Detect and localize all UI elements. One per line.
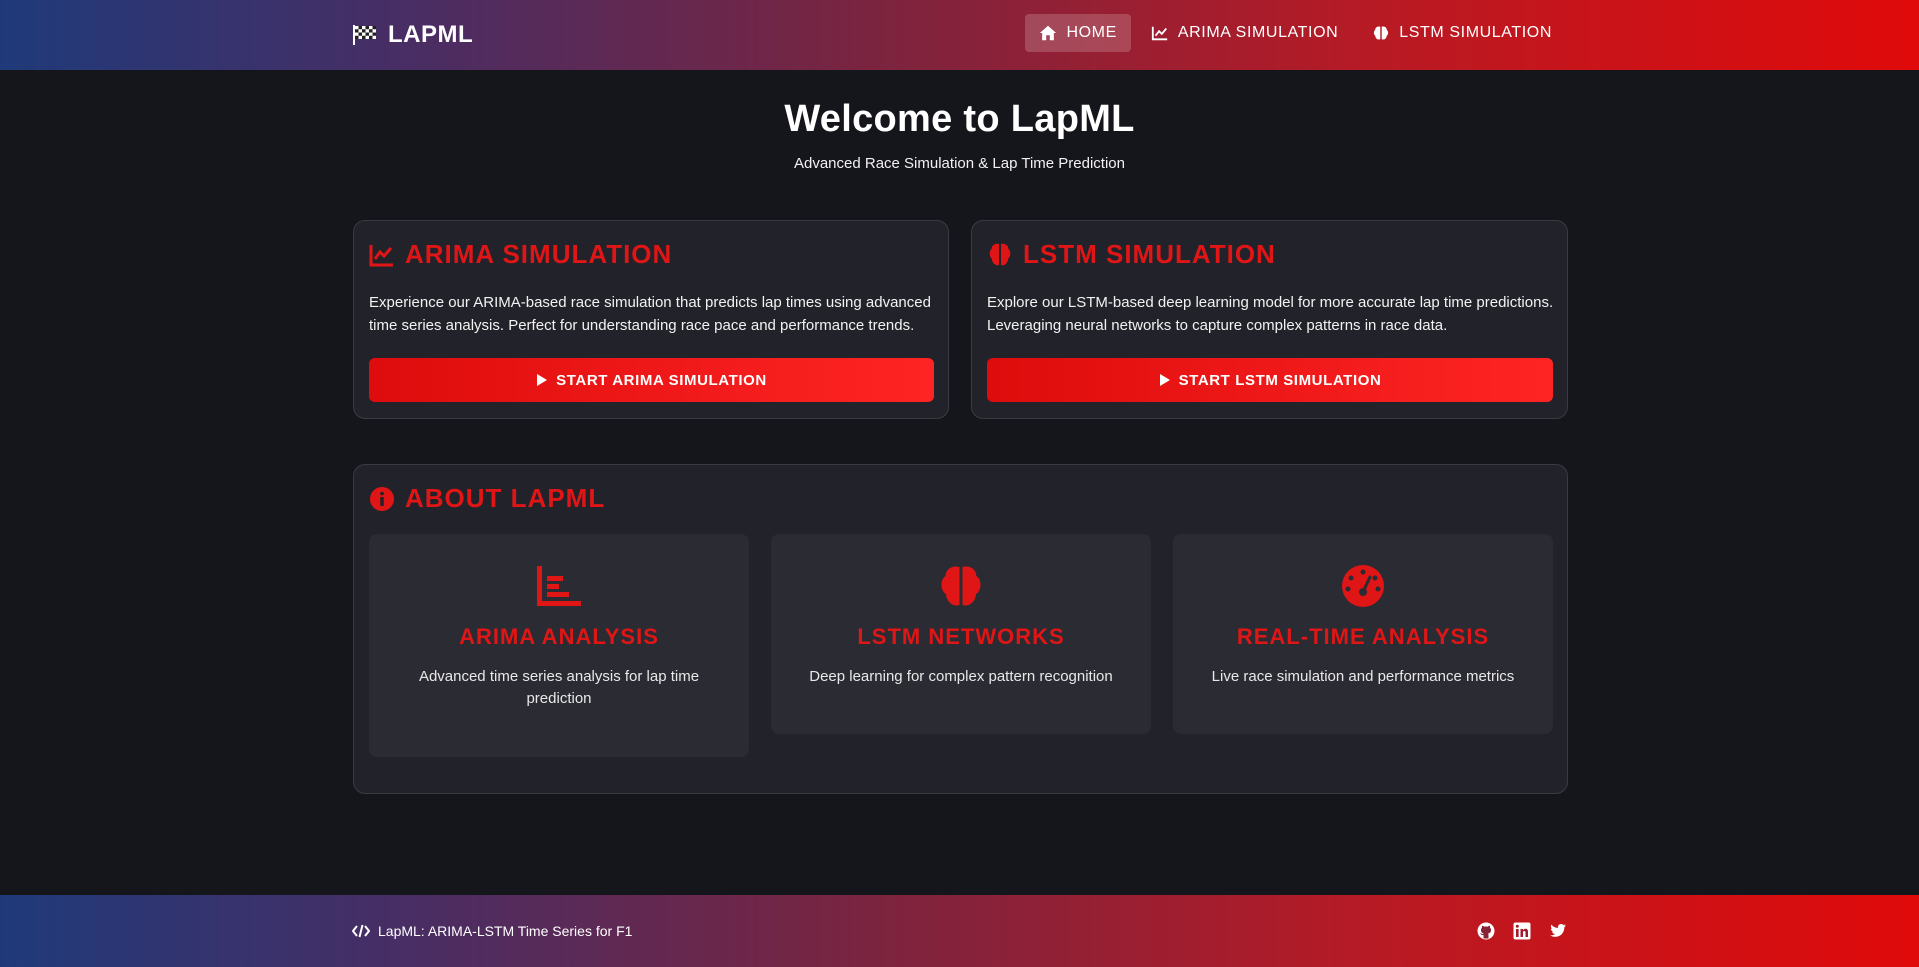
nav-lstm-simulation[interactable]: LSTM SIMULATION: [1358, 14, 1566, 52]
start-arima-simulation-button[interactable]: START ARIMA SIMULATION: [369, 358, 934, 402]
brand[interactable]: LAPML: [352, 0, 473, 70]
footer-text: LapML: ARIMA-LSTM Time Series for F1: [378, 923, 633, 939]
about-title-text: ABOUT LAPML: [405, 483, 606, 513]
nav-arima-label: ARIMA SIMULATION: [1177, 24, 1339, 41]
nav-home-label: HOME: [1066, 24, 1117, 41]
info-circle-icon: [370, 486, 394, 511]
chart-line-icon: [1151, 26, 1168, 41]
feature-title: ARIMA ANALYSIS: [459, 624, 659, 649]
feature-description: Live race simulation and performance met…: [1211, 668, 1515, 685]
footer-credit: LapML: ARIMA-LSTM Time Series for F1: [352, 895, 632, 967]
hero-section: Welcome to LapML Advanced Race Simulatio…: [0, 98, 1919, 172]
start-lstm-label: START LSTM SIMULATION: [1178, 371, 1382, 389]
lstm-card-description: Explore our LSTM-based deep learning mod…: [987, 294, 1554, 334]
arima-card-title-text: ARIMA SIMULATION: [405, 239, 673, 269]
feature-title: REAL-TIME ANALYSIS: [1236, 624, 1490, 649]
lstm-simulation-card: LSTM SIMULATION Explore our LSTM-based d…: [971, 220, 1568, 419]
feature-real-time-analysis: REAL-TIME ANALYSIS Live race simulation …: [1173, 534, 1553, 734]
linkedin-icon[interactable]: [1513, 922, 1531, 940]
social-links: [1477, 895, 1567, 967]
feature-arima-analysis: ARIMA ANALYSIS Advanced time series anal…: [369, 534, 749, 757]
about-section: ABOUT LAPML ARIMA ANALYSIS Advanced time…: [353, 464, 1568, 794]
nav-arima-simulation[interactable]: ARIMA SIMULATION: [1137, 14, 1352, 52]
footer: LapML: ARIMA-LSTM Time Series for F1: [0, 895, 1919, 967]
chart-line-icon: [369, 244, 393, 266]
play-icon: [1159, 374, 1170, 386]
github-icon[interactable]: [1477, 922, 1495, 940]
top-navbar: LAPML HOME ARIMA SIMULATION LSTM SIMULAT…: [0, 0, 1919, 70]
arima-simulation-card: ARIMA SIMULATION Experience our ARIMA-ba…: [353, 220, 949, 419]
feature-description: Deep learning for complex pattern recogn…: [809, 668, 1113, 685]
page-title: Welcome to LapML: [784, 98, 1135, 140]
brand-name: LAPML: [388, 21, 474, 48]
start-arima-label: START ARIMA SIMULATION: [556, 371, 767, 389]
page-subtitle: Advanced Race Simulation & Lap Time Pred…: [793, 155, 1125, 172]
feature-title: LSTM NETWORKS: [857, 624, 1065, 649]
nav-home[interactable]: HOME: [1025, 14, 1131, 52]
lstm-card-title-text: LSTM SIMULATION: [1023, 239, 1276, 269]
arima-card-description: Experience our ARIMA-based race simulati…: [369, 294, 931, 334]
bar-chart-icon: [537, 566, 581, 606]
feature-description: Advanced time series analysis for lap ti…: [418, 668, 700, 707]
nav-links: HOME ARIMA SIMULATION LSTM SIMULATION: [1025, 14, 1566, 52]
brain-icon: [989, 243, 1011, 265]
about-title: ABOUT LAPML: [369, 483, 605, 514]
feature-lstm-networks: LSTM NETWORKS Deep learning for complex …: [771, 534, 1151, 734]
twitter-icon[interactable]: [1549, 922, 1567, 940]
start-lstm-simulation-button[interactable]: START LSTM SIMULATION: [987, 358, 1553, 402]
home-icon: [1040, 25, 1057, 41]
checkered-flag-icon: [353, 25, 376, 45]
code-icon: [352, 924, 370, 938]
lstm-card-title: LSTM SIMULATION: [987, 239, 1276, 270]
play-icon: [537, 374, 548, 386]
arima-card-title: ARIMA SIMULATION: [369, 239, 672, 270]
brain-icon: [1374, 26, 1389, 40]
gauge-icon: [1342, 565, 1384, 607]
brain-icon: [941, 566, 981, 606]
nav-lstm-label: LSTM SIMULATION: [1399, 24, 1552, 41]
